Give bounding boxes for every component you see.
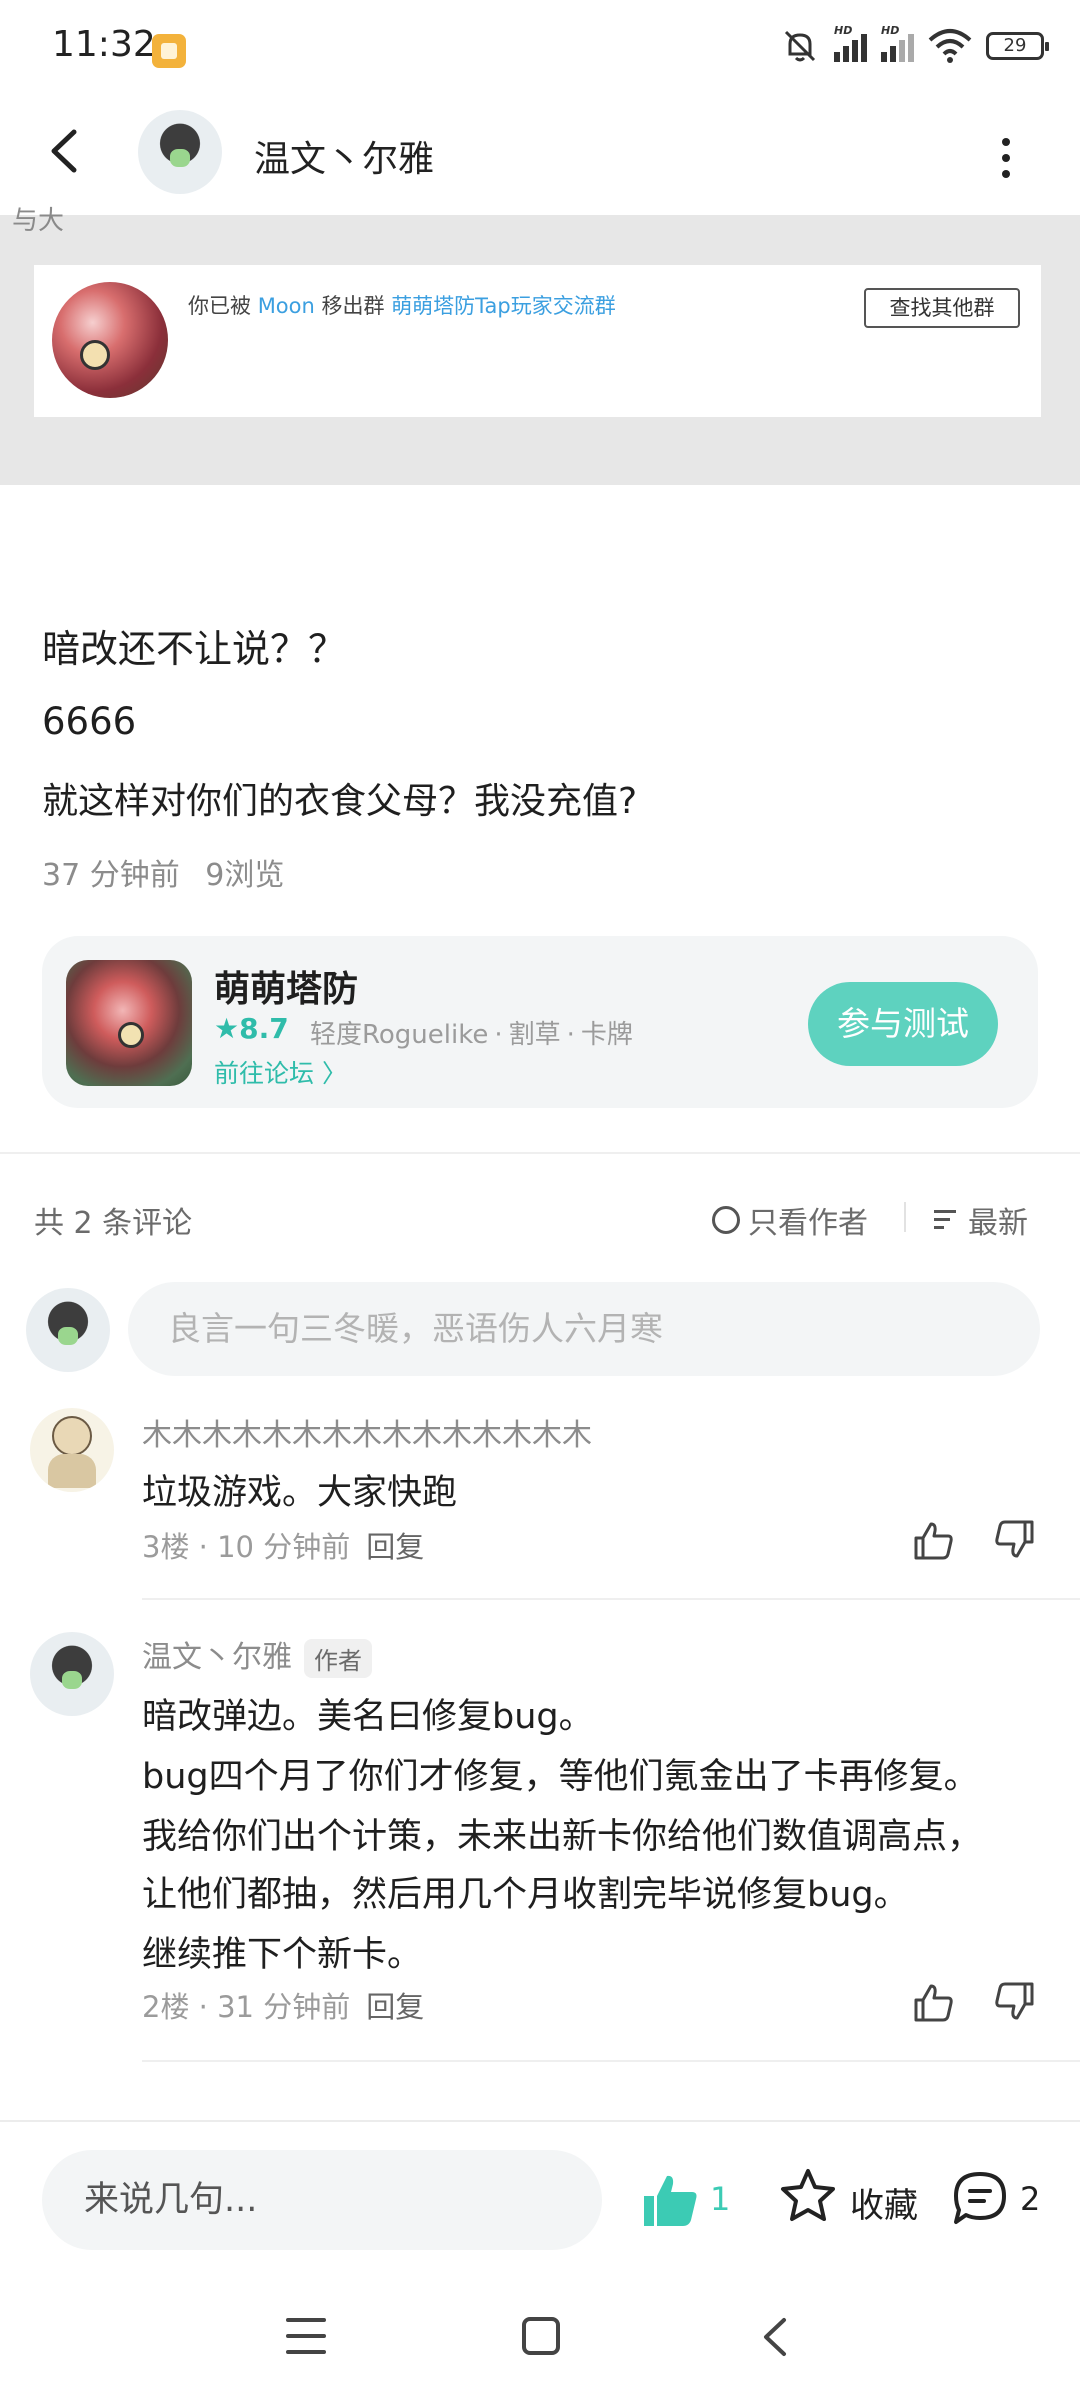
more-options-icon[interactable] [1000, 138, 1012, 178]
status-icons: HD HD 29 [780, 24, 1049, 66]
sort-button[interactable]: 最新 [934, 1198, 1028, 1242]
home-icon[interactable] [522, 2317, 560, 2355]
separator [904, 1202, 906, 1232]
post-text-line: 6666 [42, 700, 137, 743]
comment-avatar[interactable] [30, 1408, 114, 1492]
thumbs-up-icon[interactable] [912, 1980, 956, 2024]
mute-bell-icon [784, 30, 816, 62]
like-count: 1 [710, 2180, 731, 2218]
comment-divider [142, 1598, 1080, 1600]
group-avatar-image [52, 282, 168, 398]
reply-button[interactable]: 回复 [366, 1990, 424, 2024]
only-author-toggle[interactable]: 只看作者 [712, 1198, 868, 1242]
status-bar: 11:32 HD HD 29 [0, 0, 1080, 100]
post-title: 暗改还不让说？？ [42, 627, 347, 671]
game-icon[interactable] [66, 960, 192, 1086]
join-test-button[interactable]: 参与测试 [808, 982, 998, 1066]
thumbs-down-icon[interactable] [992, 1518, 1036, 1562]
collect-label[interactable]: 收藏 [850, 2178, 918, 2227]
comment-text-line: 暗改弹边。美名曰修复bug。 [142, 1697, 594, 1737]
comment-meta: 2楼 · 31 分钟前 回复 [142, 1990, 425, 2024]
back-arrow-icon[interactable] [44, 126, 84, 176]
find-other-groups-button-image: 查找其他群 [864, 288, 1020, 328]
gallery-notification-icon [152, 34, 186, 68]
comment-avatar[interactable] [30, 1632, 114, 1716]
like-icon[interactable] [638, 2168, 702, 2232]
comment-text-line: bug四个月了你们才修复，等他们氪金出了卡再修复。 [142, 1757, 979, 1797]
radio-circle-icon [712, 1206, 740, 1234]
post-text-line: 就这样对你们的衣食父母？我没充值? [42, 781, 638, 822]
game-name[interactable]: 萌萌塔防 [214, 960, 358, 1012]
post-meta: 37 分钟前 9浏览 [42, 850, 284, 894]
go-to-forum-link[interactable]: 前往论坛 〉 [214, 1054, 347, 1090]
author-name[interactable]: 温文丶尔雅 [254, 130, 434, 182]
reply-button[interactable]: 回复 [366, 1530, 424, 1564]
battery-icon: 29 [986, 32, 1049, 60]
comment-text-line: 继续推下个新卡。 [142, 1935, 423, 1975]
post-time: 37 分钟前 [42, 858, 180, 893]
section-divider [0, 1152, 1080, 1154]
comment-input[interactable]: 良言一句三冬暖，恶语伤人六月寒 [128, 1282, 1040, 1376]
game-rating: ★8.7 [214, 1012, 289, 1045]
comment-divider [142, 2060, 1080, 2062]
comment-meta: 3楼 · 10 分钟前 回复 [142, 1530, 425, 1564]
post-views: 9浏览 [205, 858, 285, 893]
comment-text-line: 我给你们出个计策，未来出新卡你给他们数值调高点， [142, 1817, 983, 1857]
sort-icon [934, 1208, 962, 1232]
wifi-icon [928, 29, 972, 63]
my-avatar [26, 1288, 110, 1372]
comment-text: 垃圾游戏。大家快跑 [142, 1473, 458, 1513]
comment-bubble-icon[interactable] [950, 2168, 1010, 2228]
author-avatar[interactable] [138, 110, 222, 194]
status-time: 11:32 [52, 24, 156, 65]
comment-count-badge: 2 [1020, 2180, 1041, 2218]
game-tags: 轻度Roguelike · 割草 · 卡牌 [310, 1020, 633, 1050]
star-icon[interactable] [778, 2166, 838, 2226]
signal-1-icon: HD [834, 24, 867, 62]
comment-username[interactable]: 木木木木木木木木木木木木木木木 [142, 1410, 592, 1454]
comment-count: 共 2 条评论 [34, 1206, 193, 1241]
author-tag: 作者 [304, 1639, 372, 1678]
system-back-icon[interactable] [760, 2316, 790, 2358]
signal-2-icon: HD [881, 24, 914, 62]
comment-username[interactable]: 温文丶尔雅 作者 [142, 1632, 372, 1678]
kick-notice-text: 你已被 Moon 移出群 萌萌塔防Tap玩家交流群 [188, 294, 616, 318]
comment-text-line: 让他们都抽，然后用几个月收割完毕说修复bug。 [142, 1875, 909, 1915]
image-cut-text: 与大 [12, 206, 65, 236]
thumbs-up-icon[interactable] [912, 1518, 956, 1562]
recent-apps-icon[interactable] [286, 2318, 326, 2354]
thumbs-down-icon[interactable] [992, 1980, 1036, 2024]
reply-input[interactable]: 来说几句... [42, 2150, 602, 2250]
bottom-bar-border [0, 2120, 1080, 2122]
